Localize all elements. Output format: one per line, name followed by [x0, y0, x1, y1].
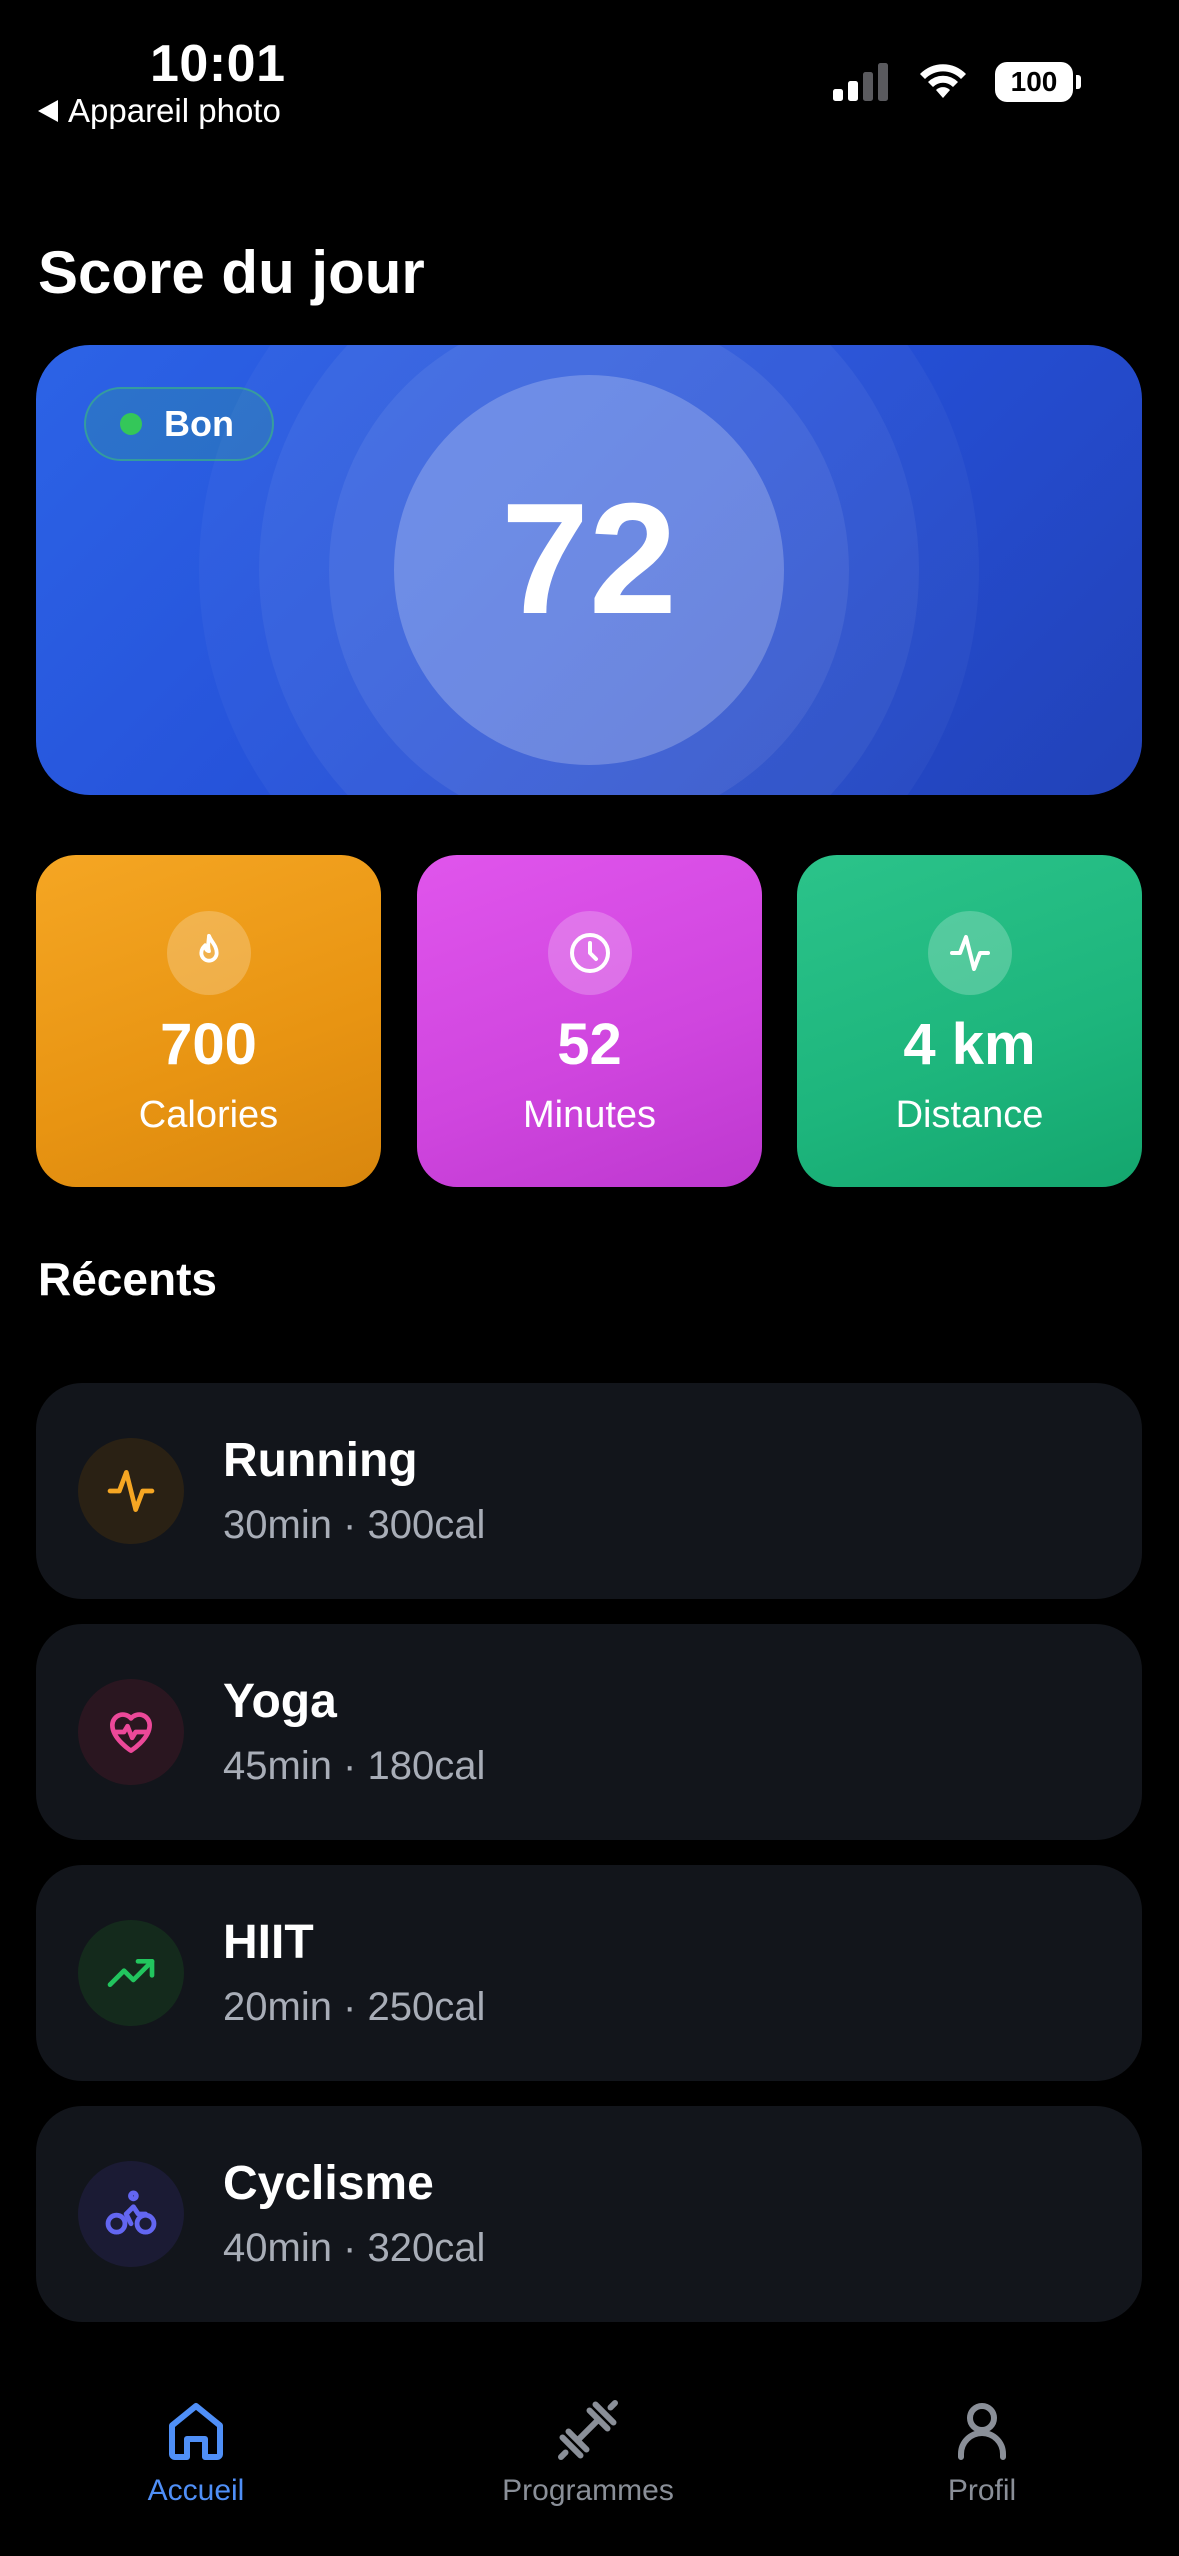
stat-card-distance[interactable]: 4 km Distance: [797, 855, 1142, 1187]
battery-indicator: 100: [995, 62, 1081, 102]
activity-meta: 20min · 250cal: [223, 1985, 486, 2029]
stat-card-minutes[interactable]: 52 Minutes: [417, 855, 762, 1187]
stat-label: Minutes: [522, 1094, 657, 1136]
score-value: 72: [501, 471, 677, 647]
activity-meta: 40min · 320cal: [223, 2226, 486, 2270]
bike-icon: [78, 2161, 184, 2267]
status-time: 10:01: [150, 35, 286, 93]
cellular-signal-icon: [833, 63, 888, 101]
back-arrow-icon: [38, 100, 58, 122]
tab-label: Accueil: [147, 2474, 245, 2507]
stat-value: 52: [557, 1012, 622, 1077]
tab-programmes[interactable]: Programmes: [458, 2394, 718, 2508]
activity-icon: [78, 1438, 184, 1544]
tab-bar: Accueil Programmes Profil: [0, 2360, 1179, 2556]
trending-up-icon: [78, 1920, 184, 2026]
activity-name: Cyclisme: [223, 2157, 434, 2210]
user-icon: [958, 2403, 1006, 2460]
list-item-cyclisme[interactable]: Cyclisme 40min · 320cal: [36, 2106, 1142, 2322]
recents-title: Récents: [38, 1253, 217, 1305]
activity-name: Yoga: [223, 1675, 337, 1728]
stat-label: Distance: [895, 1094, 1044, 1136]
back-to-app-link[interactable]: Appareil photo: [38, 92, 281, 130]
dumbbell-icon: [558, 2400, 618, 2460]
stat-value: 700: [160, 1012, 257, 1077]
clock-icon: [547, 911, 632, 995]
heart-pulse-icon: [78, 1679, 184, 1785]
tab-label: Programmes: [502, 2474, 674, 2507]
list-item-yoga[interactable]: Yoga 45min · 180cal: [36, 1624, 1142, 1840]
activity-name: HIIT: [223, 1916, 314, 1969]
battery-tip: [1076, 75, 1081, 89]
activity-icon: [927, 911, 1012, 995]
activity-meta: 45min · 180cal: [223, 1744, 486, 1788]
tab-accueil[interactable]: Accueil: [66, 2394, 326, 2508]
flame-icon: [166, 911, 251, 995]
tab-profil[interactable]: Profil: [852, 2394, 1112, 2508]
battery-level: 100: [995, 62, 1073, 102]
stat-value: 4 km: [903, 1012, 1036, 1077]
score-status-label: Bon: [164, 403, 234, 444]
home-icon: [169, 2403, 223, 2460]
score-card[interactable]: Bon 72: [36, 345, 1142, 795]
back-to-app-label: Appareil photo: [68, 92, 281, 129]
status-bar: 10:01 Appareil photo 100: [0, 0, 1179, 150]
page-title: Score du jour: [38, 239, 425, 306]
activity-meta: 30min · 300cal: [223, 1503, 486, 1547]
tab-label: Profil: [947, 2474, 1017, 2507]
status-dot-icon: [120, 413, 142, 435]
status-icons: 100: [833, 62, 1081, 102]
recent-list: Running 30min · 300cal Yoga 45min · 180c…: [36, 1383, 1142, 2347]
list-item-hiit[interactable]: HIIT 20min · 250cal: [36, 1865, 1142, 2081]
list-item-running[interactable]: Running 30min · 300cal: [36, 1383, 1142, 1599]
activity-name: Running: [223, 1434, 418, 1487]
stat-label: Calories: [138, 1094, 279, 1136]
stats-row: 700 Calories 52 Minutes 4 km Distance: [36, 855, 1142, 1187]
wifi-icon: [920, 64, 966, 98]
stat-card-calories[interactable]: 700 Calories: [36, 855, 381, 1187]
score-status-badge: Bon: [84, 387, 274, 461]
